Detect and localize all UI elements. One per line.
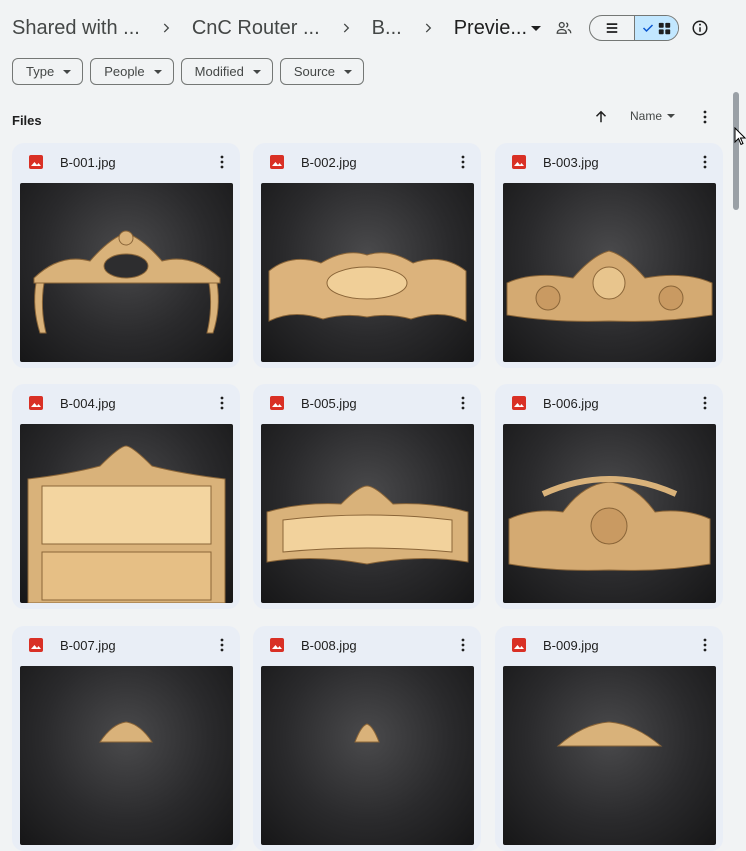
shared-folder-icon[interactable] <box>555 19 573 37</box>
sort-direction-icon[interactable] <box>592 108 610 126</box>
file-name: B-001.jpg <box>60 155 116 170</box>
image-thumbnail <box>20 424 233 603</box>
filter-label: Type <box>26 64 55 79</box>
filter-source-chip[interactable]: Source <box>279 58 365 85</box>
list-icon <box>606 23 617 33</box>
more-options-icon[interactable] <box>697 154 713 170</box>
image-thumbnail <box>503 183 716 362</box>
filter-type-chip[interactable]: Type <box>12 58 84 85</box>
file-name: B-006.jpg <box>543 396 599 411</box>
file-card[interactable]: B-005.jpg <box>253 384 481 609</box>
list-view-button[interactable] <box>590 16 634 40</box>
file-name: B-004.jpg <box>60 396 116 411</box>
caret-down-icon <box>667 114 676 118</box>
more-options-icon[interactable] <box>455 637 471 653</box>
image-thumbnail <box>261 183 474 362</box>
breadcrumb: Shared with ... CnC Router ... B... Prev… <box>12 14 527 42</box>
files-heading: Files <box>12 113 42 128</box>
chevron-right-icon <box>402 21 454 35</box>
file-card[interactable]: B-004.jpg <box>12 384 240 609</box>
image-thumbnail <box>20 183 233 362</box>
caret-down-icon <box>252 69 261 74</box>
file-name: B-005.jpg <box>301 396 357 411</box>
more-options-icon[interactable] <box>214 154 230 170</box>
image-file-icon <box>512 396 526 410</box>
filter-label: People <box>104 64 145 79</box>
file-name: B-003.jpg <box>543 155 599 170</box>
chevron-right-icon <box>140 21 192 35</box>
image-file-icon <box>270 638 284 652</box>
view-toggle <box>589 15 679 41</box>
file-name: B-007.jpg <box>60 638 116 653</box>
filter-label: Source <box>293 64 336 79</box>
breadcrumb-item-current[interactable]: Previe... <box>454 17 527 40</box>
info-icon[interactable] <box>691 19 709 37</box>
grid-view-button[interactable] <box>633 16 678 40</box>
sort-label: Name <box>630 109 663 123</box>
caret-down-icon <box>63 69 72 74</box>
image-file-icon <box>512 638 526 652</box>
more-options-icon[interactable] <box>214 637 230 653</box>
more-options-icon[interactable] <box>455 154 471 170</box>
caret-down-icon <box>344 69 353 74</box>
grid-icon <box>658 22 670 34</box>
image-file-icon <box>270 396 284 410</box>
image-file-icon <box>270 155 284 169</box>
filter-bar: Type People Modified Source <box>12 58 365 85</box>
sort-by-name-button[interactable]: Name <box>630 109 676 123</box>
file-card[interactable]: B-009.jpg <box>495 626 723 851</box>
image-thumbnail <box>503 666 716 845</box>
mouse-cursor-icon <box>734 127 746 146</box>
file-name: B-009.jpg <box>543 638 599 653</box>
file-card[interactable]: B-007.jpg <box>12 626 240 851</box>
vertical-scrollbar[interactable] <box>733 92 739 210</box>
file-name: B-008.jpg <box>301 638 357 653</box>
caret-down-icon <box>153 69 162 74</box>
image-file-icon <box>512 155 526 169</box>
breadcrumb-item-shared[interactable]: Shared with ... <box>12 17 140 40</box>
image-thumbnail <box>20 666 233 845</box>
file-card[interactable]: B-002.jpg <box>253 143 481 368</box>
file-card[interactable]: B-001.jpg <box>12 143 240 368</box>
filter-label: Modified <box>194 64 244 79</box>
more-options-icon[interactable] <box>455 395 471 411</box>
image-file-icon <box>29 396 43 410</box>
file-name: B-002.jpg <box>301 155 357 170</box>
breadcrumb-item-b[interactable]: B... <box>372 17 402 40</box>
image-thumbnail <box>261 666 474 845</box>
check-icon <box>642 24 653 33</box>
more-options-icon[interactable] <box>697 395 713 411</box>
image-thumbnail <box>503 424 716 603</box>
chevron-right-icon <box>320 21 372 35</box>
image-thumbnail <box>261 424 474 603</box>
more-options-icon[interactable] <box>697 637 713 653</box>
filter-modified-chip[interactable]: Modified <box>180 58 273 85</box>
file-card[interactable]: B-006.jpg <box>495 384 723 609</box>
filter-people-chip[interactable]: People <box>90 58 174 85</box>
more-options-icon[interactable] <box>214 395 230 411</box>
image-file-icon <box>29 638 43 652</box>
file-card[interactable]: B-008.jpg <box>253 626 481 851</box>
image-file-icon <box>29 155 43 169</box>
more-options-icon[interactable] <box>697 109 713 125</box>
caret-down-icon[interactable] <box>528 20 544 36</box>
file-card[interactable]: B-003.jpg <box>495 143 723 368</box>
breadcrumb-item-cnc-router[interactable]: CnC Router ... <box>192 17 320 40</box>
